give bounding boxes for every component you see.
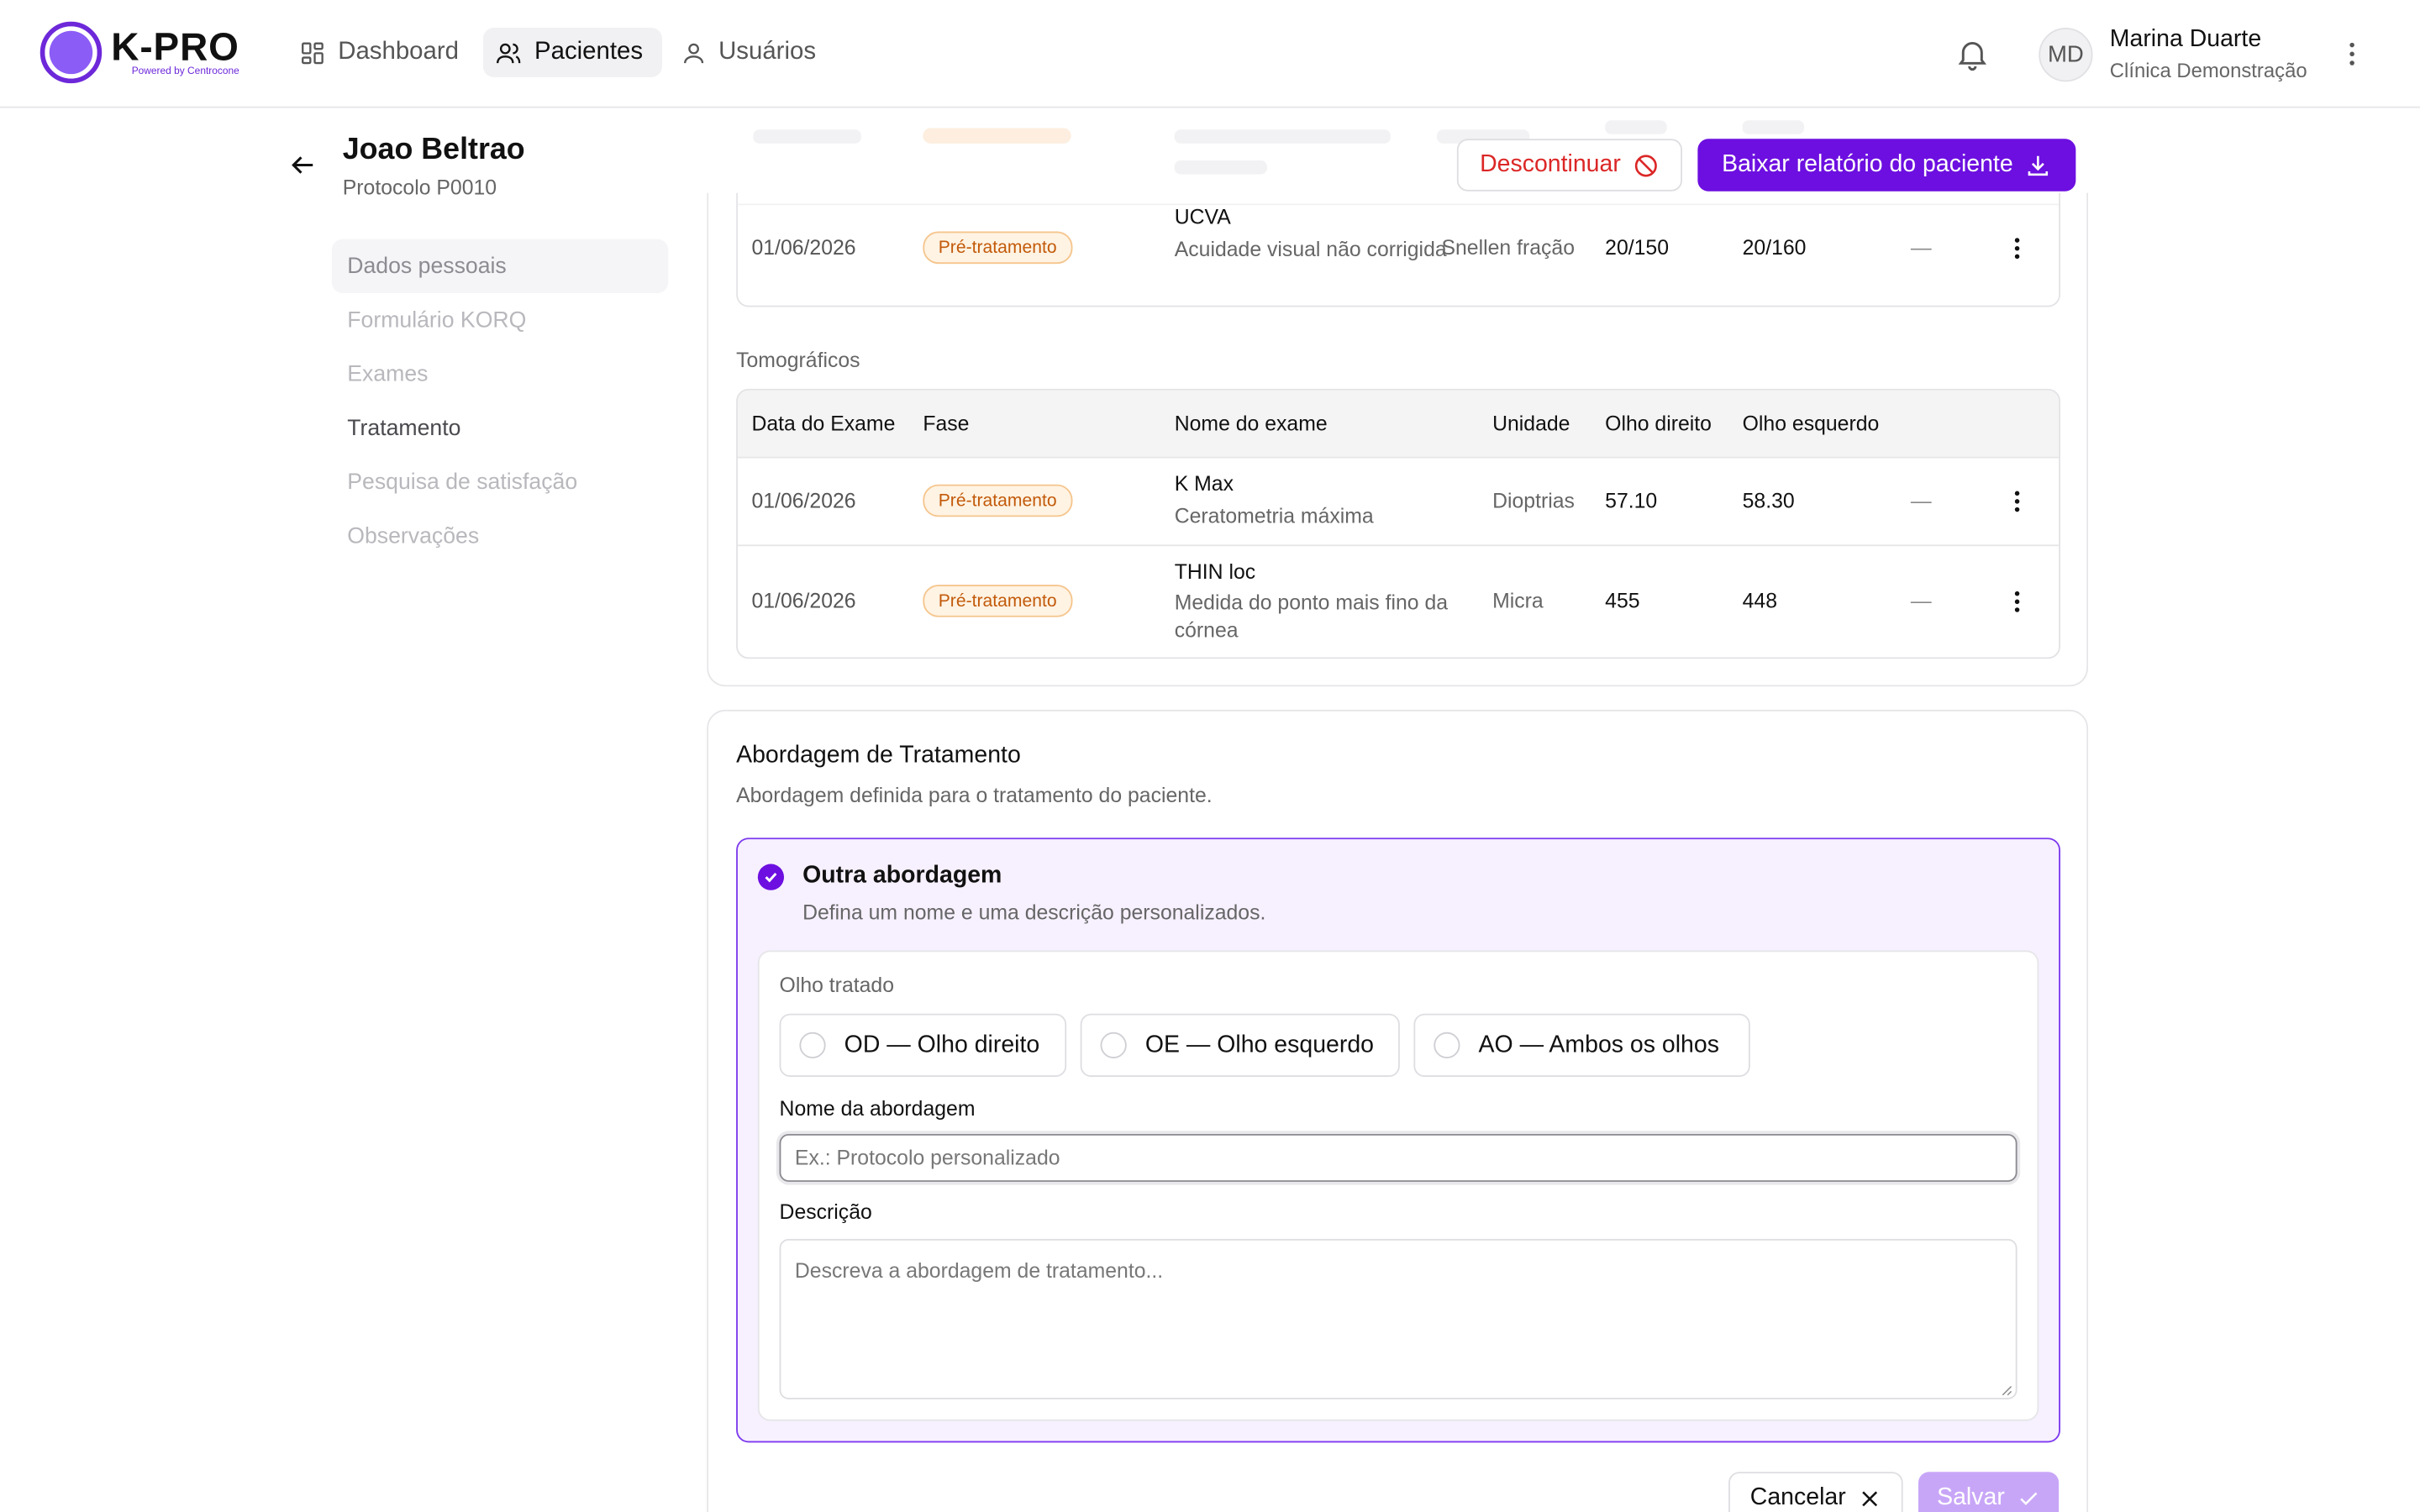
users-icon [497, 42, 521, 63]
treated-eye-label: Olho tratado [779, 973, 894, 997]
discontinue-label: Descontinuar [1480, 150, 1621, 178]
row-menu-kebab-icon[interactable] [2003, 234, 2031, 262]
left-eye-value: 20/160 [1742, 236, 1807, 260]
header-phase: Fase [923, 412, 970, 435]
header-exam: Nome do exame [1174, 412, 1328, 435]
extra-value: — [1910, 236, 1932, 260]
tomographic-section-label: Tomográficos [736, 349, 860, 372]
right-eye-value: 57.10 [1605, 489, 1658, 512]
exam-name: K Max [1174, 472, 1234, 496]
eye-option-ao[interactable]: AO — Ambos os olhos [1413, 1013, 1750, 1078]
nav-pacientes[interactable]: Pacientes [483, 28, 662, 77]
sidebar-item-dados-pessoais[interactable]: Dados pessoais [331, 239, 669, 293]
logo[interactable]: K-PRO Powered by Centrocone [39, 21, 239, 84]
exam-name: THIN loc [1174, 559, 1256, 584]
section-sidebar: Dados pessoais Formulário KORQ Exames Tr… [331, 239, 669, 564]
logo-mark-icon [39, 21, 103, 84]
tomographic-exams-table: Data do Exame Fase Nome do exame Unidade… [736, 388, 2060, 659]
treatment-approach-subtitle: Abordagem definida para o tratamento do … [736, 784, 1213, 807]
phase-badge: Pré-tratamento [923, 585, 1072, 617]
treatment-approach-title: Abordagem de Tratamento [736, 742, 1021, 769]
other-approach-subtitle: Defina um nome e uma descrição personali… [802, 900, 1266, 925]
eye-option-ao-label: AO — Ambos os olhos [1478, 1031, 1719, 1058]
table-row: 01/06/2026 Pré-tratamento K Max Ceratome… [737, 458, 2060, 547]
radio-icon [1434, 1032, 1460, 1058]
phase-badge: Pré-tratamento [923, 231, 1072, 265]
header-right-eye: Olho direito [1605, 412, 1712, 435]
download-report-label: Baixar relatório do paciente [1722, 150, 2013, 178]
exam-date: 01/06/2026 [751, 589, 856, 613]
approach-name-label: Nome da abordagem [779, 1096, 976, 1121]
eye-option-oe-label: OE — Olho esquerdo [1144, 1031, 1375, 1058]
user-icon [683, 42, 703, 63]
exam-unit: Micra [1492, 589, 1544, 613]
radio-icon [1100, 1032, 1127, 1058]
nav-dashboard-label: Dashboard [338, 38, 460, 66]
cancel-label: Cancelar [1749, 1483, 1846, 1511]
header-date: Data do Exame [751, 412, 896, 435]
exam-date: 01/06/2026 [751, 236, 856, 260]
extra-value: — [1910, 589, 1932, 613]
exam-date: 01/06/2026 [751, 489, 856, 512]
radio-icon [799, 1032, 826, 1058]
download-report-button[interactable]: Baixar relatório do paciente [1697, 139, 2076, 192]
patient-protocol: Protocolo P0010 [342, 176, 497, 199]
dashboard-grid-icon [302, 41, 324, 64]
user-organization: Clínica Demonstração [2109, 58, 2307, 82]
discontinue-button[interactable]: Descontinuar [1456, 139, 1683, 192]
sidebar-item-exames[interactable]: Exames [332, 347, 668, 401]
row-menu-kebab-icon[interactable] [2003, 487, 2031, 515]
top-navigation-bar: K-PRO Powered by Centrocone Dashboard Pa… [0, 0, 2420, 108]
exam-unit: Dioptrias [1492, 489, 1575, 512]
description-label: Descrição [779, 1200, 872, 1224]
header-unit: Unidade [1492, 412, 1570, 435]
user-menu-kebab-icon[interactable] [2337, 39, 2368, 70]
logo-tagline: Powered by Centrocone [131, 66, 239, 77]
nav-usuarios[interactable]: Usuários [667, 28, 834, 77]
left-eye-value: 58.30 [1742, 489, 1795, 512]
checkmark-icon [2020, 1491, 2038, 1504]
sidebar-item-pesquisa-satisfacao[interactable]: Pesquisa de satisfação [332, 455, 668, 509]
cancel-button[interactable]: Cancelar [1728, 1472, 1903, 1512]
exam-unit: Snellen fração [1441, 236, 1576, 260]
left-eye-value: 448 [1742, 589, 1778, 613]
main-nav: Dashboard Pacientes Usuários [287, 28, 834, 77]
patient-name: Joao Beltrao [342, 132, 525, 167]
other-approach-title: Outra abordagem [802, 862, 1002, 889]
table-header: Data do Exame Fase Nome do exame Unidade… [737, 390, 2060, 459]
avatar[interactable]: MD [2039, 28, 2093, 82]
close-icon [1862, 1490, 1878, 1506]
save-label: Salvar [1937, 1483, 2005, 1511]
eye-option-oe[interactable]: OE — Olho esquerdo [1080, 1013, 1400, 1078]
sidebar-item-observacoes[interactable]: Observações [332, 509, 668, 563]
table-row: 01/06/2026 Pré-tratamento THIN loc Medid… [738, 546, 2059, 657]
approach-name-input[interactable] [779, 1133, 2018, 1182]
extra-value: — [1910, 489, 1932, 512]
exam-description: Acuidade visual não corrigida [1174, 237, 1447, 261]
sidebar-item-formulario-korq[interactable]: Formulário KORQ [332, 293, 668, 347]
exam-description: Medida do ponto mais fino da córnea [1174, 591, 1449, 643]
exam-description: Ceratometria máxima [1174, 504, 1374, 528]
ban-icon [1635, 154, 1658, 176]
eye-option-od-label: OD — Olho direito [844, 1031, 1040, 1058]
right-eye-value: 20/150 [1605, 236, 1670, 260]
user-name: Marina Duarte [2109, 26, 2262, 53]
right-eye-value: 455 [1605, 589, 1640, 613]
nav-pacientes-label: Pacientes [534, 38, 644, 66]
eye-option-od[interactable]: OD — Olho direito [779, 1013, 1067, 1078]
description-textarea[interactable] [779, 1238, 2018, 1399]
sidebar-item-tratamento[interactable]: Tratamento [332, 402, 668, 455]
save-button[interactable]: Salvar [1918, 1472, 2060, 1512]
check-circle-icon[interactable] [757, 864, 785, 890]
header-left-eye: Olho esquerdo [1742, 412, 1880, 435]
notification-bell-icon[interactable] [1954, 35, 1991, 72]
phase-badge: Pré-tratamento [923, 484, 1072, 517]
nav-dashboard[interactable]: Dashboard [287, 28, 477, 77]
nav-usuarios-label: Usuários [718, 38, 817, 66]
download-icon [2028, 155, 2049, 176]
resize-grip-icon[interactable] [2000, 1384, 2012, 1397]
row-menu-kebab-icon[interactable] [2003, 588, 2031, 616]
logo-name: K-PRO [111, 26, 239, 70]
back-arrow-icon[interactable] [287, 150, 318, 181]
